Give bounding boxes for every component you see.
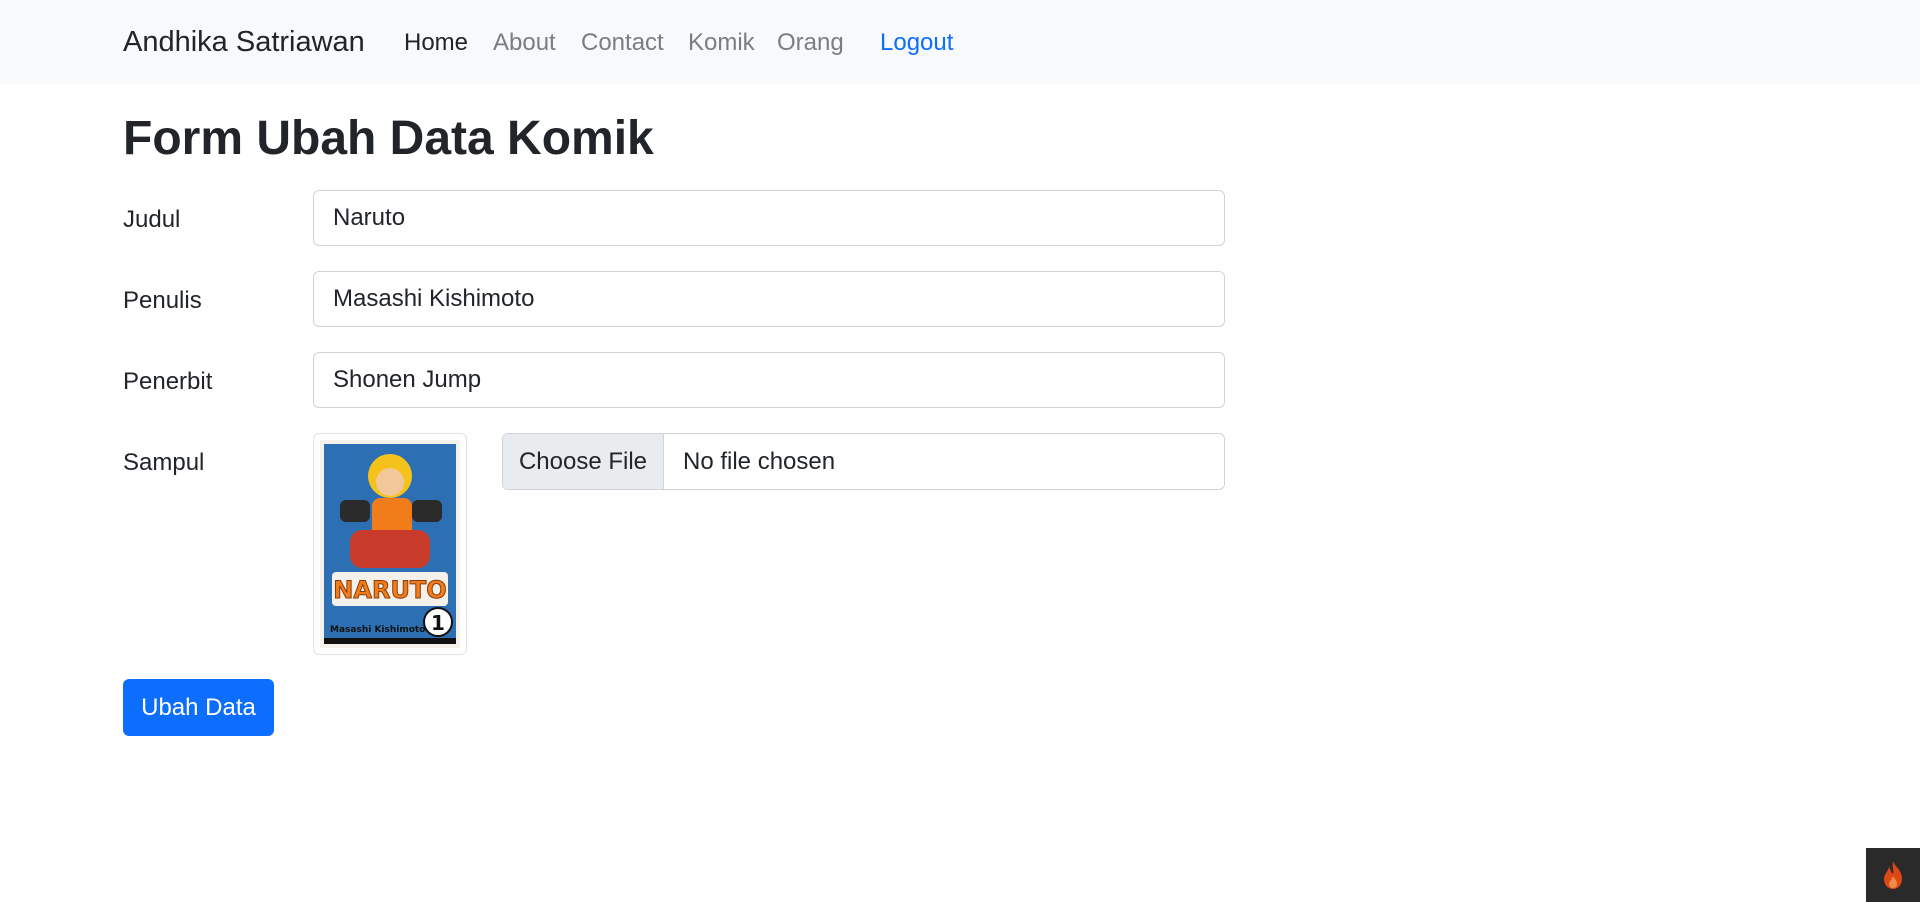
penerbit-label: Penerbit — [123, 368, 213, 395]
navbar-brand[interactable]: Andhika Satriawan — [123, 24, 365, 60]
penulis-label: Penulis — [123, 287, 202, 314]
cover-volume-text: 1 — [431, 611, 445, 635]
debug-toolbar-toggle[interactable] — [1866, 848, 1920, 902]
cover-thumbnail: NARUTO 1 Masashi Kishimoto — [313, 433, 467, 655]
penulis-input[interactable] — [313, 271, 1225, 327]
judul-input[interactable] — [313, 190, 1225, 246]
choose-file-button[interactable]: Choose File — [503, 434, 664, 489]
judul-label: Judul — [123, 206, 181, 233]
cover-author-text: Masashi Kishimoto — [330, 625, 425, 635]
nav-link-contact[interactable]: Contact — [581, 27, 664, 59]
nav-link-about[interactable]: About — [493, 27, 556, 59]
nav-link-home[interactable]: Home — [404, 27, 468, 59]
nav-link-orang[interactable]: Orang — [777, 27, 844, 59]
sampul-label: Sampul — [123, 449, 205, 476]
navbar: Andhika Satriawan Home About Contact Kom… — [0, 0, 1920, 84]
flame-icon — [1884, 861, 1902, 889]
file-status-text: No file chosen — [683, 448, 836, 475]
naruto-cover-image: NARUTO 1 Masashi Kishimoto — [320, 440, 460, 648]
penerbit-input[interactable] — [313, 352, 1225, 408]
nav-link-komik[interactable]: Komik — [688, 27, 755, 59]
page-title: Form Ubah Data Komik — [123, 112, 654, 165]
cover-title-text: NARUTO — [333, 576, 446, 604]
logout-link[interactable]: Logout — [880, 27, 953, 59]
ubah-data-button[interactable]: Ubah Data — [123, 679, 274, 736]
cover-file-input[interactable]: Choose File No file chosen — [502, 433, 1225, 490]
